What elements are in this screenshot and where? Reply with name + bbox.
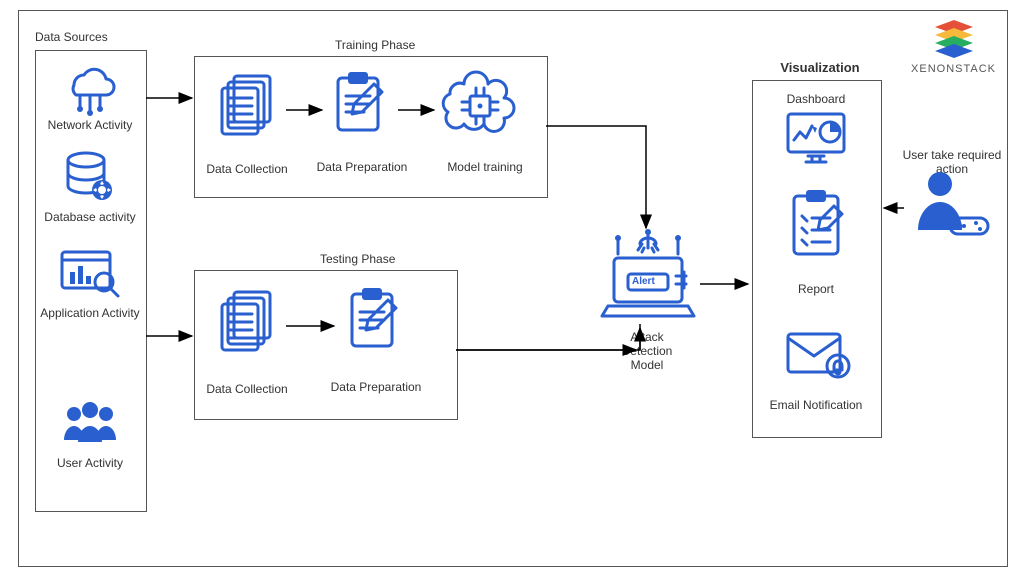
application-activity-label: Application Activity xyxy=(35,306,145,320)
database-activity-label: Database activity xyxy=(40,210,140,224)
clipboard-pen-icon-2 xyxy=(344,286,402,355)
alert-laptop-icon: Alert xyxy=(598,234,698,325)
testing-title: Testing Phase xyxy=(320,252,395,266)
stack-icon xyxy=(933,20,975,56)
training-model-label: Model training xyxy=(442,160,528,174)
documents-icon xyxy=(216,72,278,139)
clipboard-pen-icon xyxy=(330,70,388,139)
brand-name: XENONSTACK xyxy=(911,63,996,75)
training-title: Training Phase xyxy=(335,38,415,52)
alert-badge: Alert xyxy=(632,276,655,287)
user-controller-icon xyxy=(908,168,992,251)
data-sources-title: Data Sources xyxy=(35,30,108,44)
training-prep-label: Data Preparation xyxy=(314,160,410,174)
brain-chip-icon xyxy=(440,74,520,141)
diagram-canvas: XENONSTACK Data Sources Network Activity… xyxy=(0,0,1024,577)
user-activity-label: User Activity xyxy=(40,456,140,470)
visualization-title: Visualization xyxy=(770,60,870,75)
network-activity-label: Network Activity xyxy=(40,118,140,132)
email-bell-icon xyxy=(784,330,850,383)
documents-icon-2 xyxy=(216,288,278,355)
database-icon xyxy=(62,150,118,209)
report-label: Report xyxy=(790,282,842,296)
testing-prep-label: Data Preparation xyxy=(328,380,424,394)
brand-logo: XENONSTACK xyxy=(911,20,996,75)
dashboard-label: Dashboard xyxy=(780,92,852,106)
training-collection-label: Data Collection xyxy=(202,162,292,176)
dashboard-monitor-icon xyxy=(784,110,848,169)
testing-collection-label: Data Collection xyxy=(202,382,292,396)
application-monitor-icon xyxy=(58,248,122,307)
users-group-icon xyxy=(58,400,122,455)
attack-model-label: Attack Detection Model xyxy=(612,330,682,372)
email-label: Email Notification xyxy=(762,398,870,412)
cloud-network-icon xyxy=(62,65,118,118)
report-clipboard-icon xyxy=(786,188,846,263)
